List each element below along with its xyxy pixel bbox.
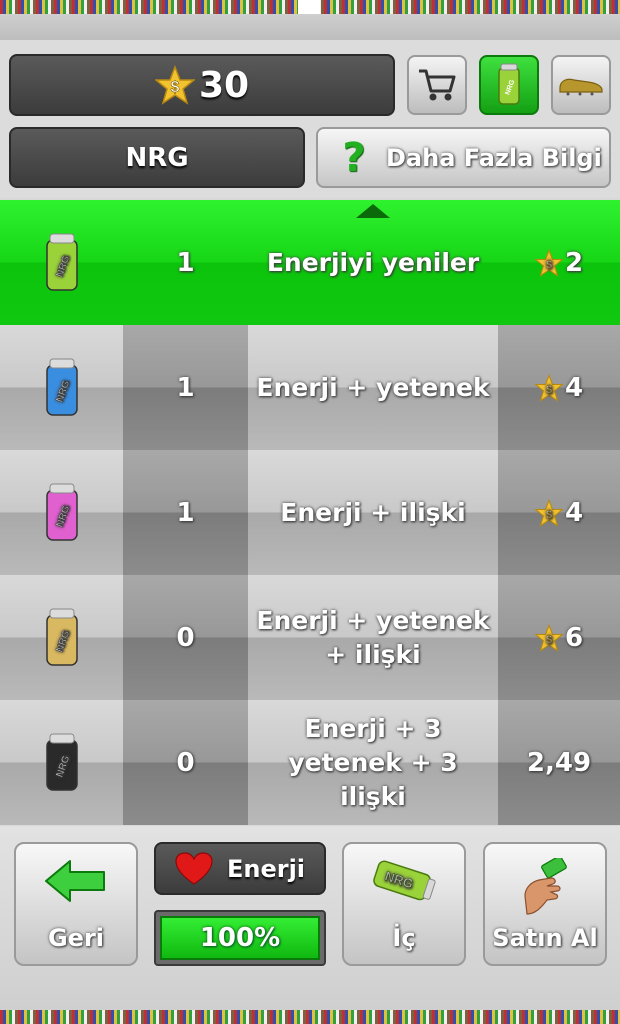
drink-quantity: 1	[123, 450, 248, 575]
boots-tab-button[interactable]	[551, 55, 611, 115]
drink-price-value: 4	[564, 497, 584, 528]
drink-price-value: 2	[564, 247, 584, 278]
star-coin-icon: $	[534, 623, 563, 652]
energy-drink-can-icon: NRG	[498, 63, 520, 105]
back-arrow-icon	[45, 860, 105, 902]
drink-button[interactable]: NRG İç	[342, 842, 466, 966]
star-coin-icon: $	[154, 65, 195, 105]
football-boot-icon	[559, 78, 603, 96]
energy-label: Enerji	[226, 854, 306, 883]
heart-icon	[175, 851, 213, 885]
shopping-cart-icon	[419, 69, 456, 101]
svg-text:$: $	[546, 508, 553, 520]
energy-progress-bar: 100%	[154, 910, 326, 966]
drink-description: Enerji + ilişki	[248, 450, 498, 575]
energy-drink-can-icon: NRG	[45, 358, 78, 416]
drink-description: Enerji + yetenek	[248, 325, 498, 450]
drink-row[interactable]: NRG 0 Enerji + yetenek + ilişki $6	[0, 575, 620, 700]
drink-can-cell: NRG	[0, 325, 123, 450]
svg-text:$: $	[546, 383, 553, 395]
drink-quantity: 1	[123, 325, 248, 450]
star-coin-icon: $	[534, 373, 563, 402]
drinks-tab-button[interactable]: NRG	[479, 55, 539, 115]
drink-row[interactable]: NRG 0 Enerji + 3 yetenek + 3 ilişki 2,49	[0, 700, 620, 825]
drink-price: $2	[498, 200, 620, 325]
drink-price: $6	[498, 575, 620, 700]
selection-pointer-icon	[356, 204, 390, 218]
product-name: NRG	[9, 127, 305, 188]
drink-label: İç	[392, 924, 416, 952]
svg-text:$: $	[546, 633, 553, 645]
drink-quantity: 1	[123, 200, 248, 325]
drink-can-cell: NRG	[0, 450, 123, 575]
more-info-button[interactable]: ? Daha Fazla Bilgi	[316, 127, 611, 188]
back-button[interactable]: Geri	[14, 842, 138, 966]
energy-drink-can-icon: NRG	[45, 733, 78, 791]
drink-price: 2,49	[498, 700, 620, 825]
buy-button[interactable]: Satın Al	[483, 842, 607, 966]
drink-description: Enerji + 3 yetenek + 3 ilişki	[248, 700, 498, 825]
hand-with-money-icon	[524, 858, 567, 915]
shop-button[interactable]	[407, 55, 467, 115]
drink-row[interactable]: NRG 1 Enerji + yetenek $4	[0, 325, 620, 450]
coin-balance: $ 30	[9, 54, 395, 116]
drink-list: NRG 1 Enerjiyi yeniler $2 NRG 1 Enerji + yeten…	[0, 200, 620, 825]
more-info-label: Daha Fazla Bilgi	[386, 143, 602, 172]
drink-can-cell: NRG	[0, 700, 123, 825]
drink-row[interactable]: NRG 1 Enerji + ilişki $4	[0, 450, 620, 575]
energy-drink-can-icon: NRG	[45, 483, 78, 541]
drink-price: $4	[498, 325, 620, 450]
energy-progress-fill: 100%	[160, 916, 320, 960]
energy-percent: 100%	[199, 923, 281, 953]
energy-header: Enerji	[154, 842, 326, 895]
buy-label: Satın Al	[492, 924, 598, 952]
drink-price-value: 6	[564, 622, 584, 653]
coin-count: 30	[198, 64, 250, 106]
drink-quantity: 0	[123, 700, 248, 825]
energy-drink-can-icon: NRG	[373, 860, 436, 901]
drink-price: $4	[498, 450, 620, 575]
star-coin-icon: $	[534, 498, 563, 527]
question-mark-icon: ?	[342, 134, 366, 181]
svg-text:$: $	[546, 258, 553, 270]
drink-price-value: 4	[564, 372, 584, 403]
energy-drink-can-icon: NRG	[45, 608, 78, 666]
back-label: Geri	[47, 924, 105, 952]
top-strip	[0, 14, 620, 40]
drink-can-cell: NRG	[0, 575, 123, 700]
drink-row[interactable]: NRG 1 Enerjiyi yeniler $2	[0, 200, 620, 325]
drink-can-cell: NRG	[0, 200, 123, 325]
energy-drink-can-icon: NRG	[45, 233, 78, 291]
svg-text:$: $	[170, 79, 179, 96]
drink-price-value: 2,49	[526, 747, 592, 778]
drink-description: Enerjiyi yeniler	[248, 200, 498, 325]
crowd-banner-bottom	[0, 1010, 620, 1024]
crowd-banner-top	[0, 0, 620, 14]
drink-description: Enerji + yetenek + ilişki	[248, 575, 498, 700]
star-coin-icon: $	[534, 248, 563, 277]
drink-quantity: 0	[123, 575, 248, 700]
